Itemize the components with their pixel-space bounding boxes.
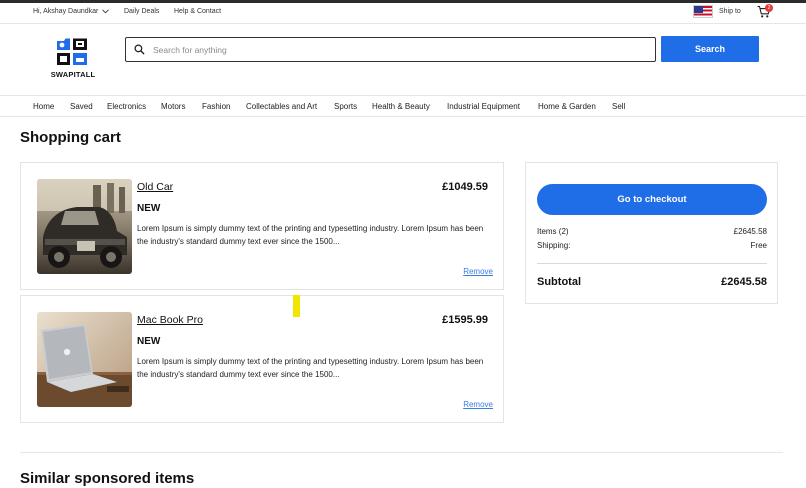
- account-menu[interactable]: Hi, Akshay Daundkar: [33, 8, 110, 15]
- item-price: £1595.99: [442, 314, 488, 326]
- shipping-value: Free: [750, 241, 767, 250]
- daily-deals-link[interactable]: Daily Deals: [124, 8, 159, 15]
- search-bar[interactable]: [125, 37, 656, 62]
- subtotal-label: Subtotal: [537, 276, 581, 288]
- nav-item-home[interactable]: Home: [33, 102, 54, 111]
- item-condition: NEW: [137, 336, 161, 347]
- logo-mark-icon: [57, 38, 87, 65]
- order-summary: Go to checkout Items (2) £2645.58 Shippi…: [525, 162, 778, 304]
- nav-item-motors[interactable]: Motors: [161, 102, 185, 111]
- item-price: £1049.59: [442, 181, 488, 193]
- header-divider: [0, 23, 806, 24]
- search-icon: [134, 44, 145, 55]
- help-contact-link[interactable]: Help & Contact: [174, 8, 221, 15]
- nav-item-home-garden[interactable]: Home & Garden: [538, 102, 596, 111]
- nav-item-collectables[interactable]: Collectables and Art: [246, 102, 317, 111]
- chevron-down-icon: [102, 9, 110, 14]
- old-car-image[interactable]: [37, 179, 132, 274]
- nav-item-health-beauty[interactable]: Health & Beauty: [372, 102, 430, 111]
- nav-item-sell[interactable]: Sell: [612, 102, 625, 111]
- cart-item: Old Car £1049.59 NEW Lorem Ipsum is simp…: [20, 162, 504, 290]
- subtotal-value: £2645.58: [721, 276, 767, 288]
- item-condition: NEW: [137, 203, 161, 214]
- logo-text: SWAPITALL: [50, 70, 96, 79]
- nav-item-fashion[interactable]: Fashion: [202, 102, 230, 111]
- macbook-image[interactable]: [37, 312, 132, 407]
- items-total-row: Items (2) £2645.58: [537, 227, 767, 236]
- items-value: £2645.58: [733, 227, 767, 236]
- us-flag-icon: [693, 5, 713, 18]
- subtotal-row: Subtotal £2645.58: [537, 276, 767, 288]
- swapitall-logo[interactable]: SWAPITALL: [48, 36, 98, 80]
- items-label: Items (2): [537, 227, 569, 236]
- checkout-button[interactable]: Go to checkout: [537, 184, 767, 215]
- item-description: Lorem Ipsum is simply dummy text of the …: [137, 224, 484, 246]
- shipping-row: Shipping: Free: [537, 241, 767, 250]
- similar-items-title: Similar sponsored items: [20, 470, 195, 487]
- ship-to-label: Ship to: [719, 8, 741, 15]
- cart-item: Mac Book Pro £1595.99 NEW Lorem Ipsum is…: [20, 295, 504, 423]
- nav-item-sports[interactable]: Sports: [334, 102, 357, 111]
- remove-link[interactable]: Remove: [463, 267, 493, 276]
- page-title: Shopping cart: [20, 129, 121, 146]
- search-input[interactable]: [153, 44, 633, 55]
- cart-button[interactable]: 2: [757, 4, 773, 19]
- category-nav: Home Saved Electronics Motors Fashion Co…: [0, 95, 806, 117]
- section-divider: [20, 452, 783, 453]
- item-name-link[interactable]: Old Car: [137, 181, 173, 193]
- greeting-text: Hi, Akshay Daundkar: [33, 8, 99, 15]
- remove-link[interactable]: Remove: [463, 400, 493, 409]
- nav-item-saved[interactable]: Saved: [70, 102, 93, 111]
- item-description: Lorem Ipsum is simply dummy text of the …: [137, 357, 484, 379]
- nav-item-industrial[interactable]: Industrial Equipment: [447, 102, 520, 111]
- cart-count-badge: 2: [765, 4, 773, 12]
- nav-item-electronics[interactable]: Electronics: [107, 102, 146, 111]
- cursor-marker: [293, 295, 300, 317]
- utility-bar: Hi, Akshay Daundkar Daily Deals Help & C…: [0, 3, 806, 23]
- item-name-link[interactable]: Mac Book Pro: [137, 314, 203, 326]
- ship-to-selector[interactable]: Ship to: [693, 5, 741, 18]
- summary-divider: [537, 263, 767, 264]
- shipping-label: Shipping:: [537, 241, 571, 250]
- search-button[interactable]: Search: [661, 36, 759, 62]
